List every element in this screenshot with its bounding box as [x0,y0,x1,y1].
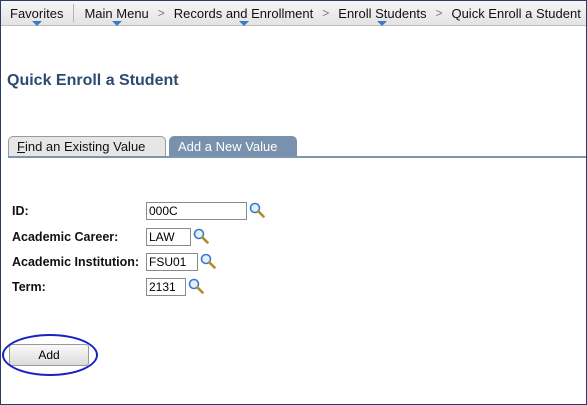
academic-institution-field[interactable] [146,253,198,271]
highlight-circle [2,334,98,376]
magnifier-icon[interactable] [188,278,204,294]
favorites-label: Favorites [10,5,64,21]
chevron-down-icon [377,20,388,26]
academic-career-label: Academic Career: [12,230,119,244]
breadcrumb-separator: > [322,6,330,20]
tab-divider [8,156,586,158]
academic-institution-label: Academic Institution: [12,255,140,269]
chevron-down-icon [31,20,42,26]
term-field[interactable] [146,278,186,296]
tab-label: ind an Existing Value [24,139,146,154]
breadcrumb: Favorites Main Menu > Records and Enroll… [1,1,586,26]
tab-accesskey: F [17,139,25,154]
tab-add-new-value[interactable]: Add a New Value [169,136,297,156]
breadcrumb-label: Quick Enroll a Student [451,5,581,21]
breadcrumb-main-menu[interactable]: Main Menu [80,1,152,26]
magnifier-icon[interactable] [249,202,265,218]
breadcrumb-separator: > [435,6,443,20]
tab-label: Add a New Value [178,139,278,154]
id-label: ID: [12,204,29,218]
breadcrumb-label: Records and Enrollment [173,5,314,21]
breadcrumb-label: Main Menu [84,5,149,21]
breadcrumb-separator: > [157,6,165,20]
magnifier-icon[interactable] [200,253,216,269]
page-title: Quick Enroll a Student [7,72,179,89]
divider [73,4,75,22]
breadcrumb-label: Enroll Students [338,5,427,21]
id-field[interactable] [146,202,247,220]
favorites-menu[interactable]: Favorites [6,1,67,26]
chevron-down-icon [111,20,122,26]
breadcrumb-enroll-students[interactable]: Enroll Students [334,1,430,26]
breadcrumb-records-enrollment[interactable]: Records and Enrollment [170,1,317,26]
term-label: Term: [12,280,46,294]
magnifier-icon[interactable] [193,228,209,244]
tab-find-existing-value[interactable]: Find an Existing Value [8,136,166,156]
academic-career-field[interactable] [146,228,191,246]
breadcrumb-quick-enroll[interactable]: Quick Enroll a Student [447,1,584,26]
chevron-down-icon [238,20,249,26]
